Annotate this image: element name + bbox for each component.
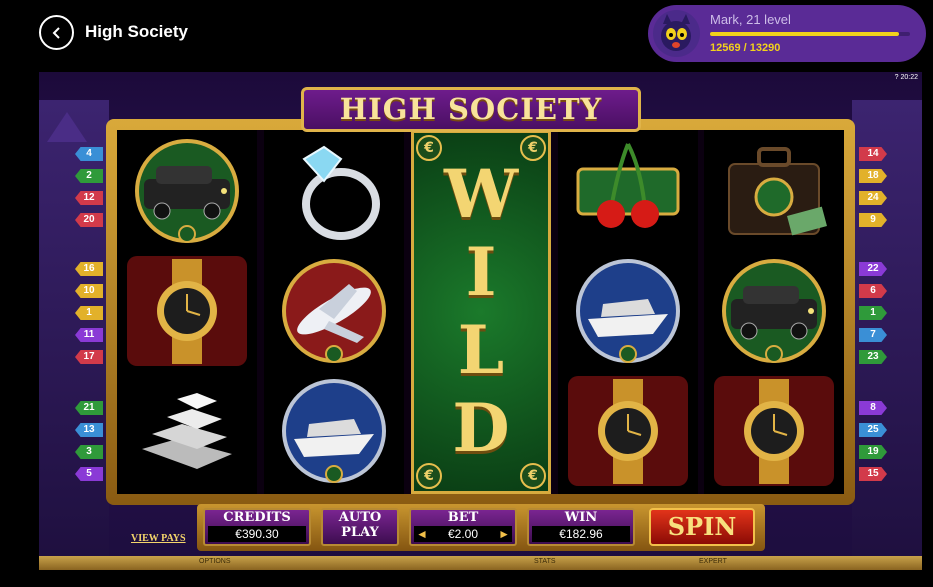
reel-3-wild: € € € € W I L D	[411, 130, 551, 494]
payline-badge-left[interactable]: 12	[75, 191, 103, 205]
xp-text: 12569 / 13290	[710, 42, 781, 54]
payline-badge-right[interactable]: 9	[859, 213, 887, 227]
options-link[interactable]: OPTIONS	[199, 558, 231, 565]
payline-badge-right[interactable]: 22	[859, 262, 887, 276]
clock-text: 20:22	[900, 74, 918, 81]
cherries-icon	[568, 136, 688, 246]
payline-badge-right[interactable]: 24	[859, 191, 887, 205]
payline-badge-left[interactable]: 3	[75, 445, 103, 459]
profile-name-level: Mark, 21 level	[710, 12, 791, 27]
limousine-icon	[714, 256, 834, 366]
profile-card[interactable]: Mark, 21 level 12569 / 13290	[648, 5, 926, 62]
payline-badge-left[interactable]: 20	[75, 213, 103, 227]
xp-progress-fill	[710, 32, 900, 36]
reel-area: € € € € W I L D	[117, 130, 844, 494]
payline-badge-right[interactable]: 1	[859, 306, 887, 320]
autoplay-label-1: AUTO	[338, 510, 382, 525]
spin-button[interactable]: SPIN	[649, 508, 755, 546]
reel-4	[558, 130, 698, 494]
bet-label: BET	[447, 510, 479, 525]
reel-2	[264, 130, 404, 494]
wild-letter-l: L	[457, 311, 505, 389]
chevron-left-icon	[52, 26, 60, 39]
gold-watch-icon	[568, 376, 688, 486]
credits-panel: CREDITS €390.30	[203, 508, 311, 546]
credits-value: €390.30	[208, 526, 306, 542]
payline-badge-left[interactable]: 4	[75, 147, 103, 161]
autoplay-label-2: PLAY	[341, 525, 379, 540]
xp-progress-bar	[710, 32, 910, 36]
clock: ? 20:22	[895, 74, 918, 81]
payline-badge-right[interactable]: 18	[859, 169, 887, 183]
view-pays-link[interactable]: VIEW PAYS	[131, 533, 186, 544]
win-label: WIN	[564, 510, 598, 525]
payline-badge-right[interactable]: 19	[859, 445, 887, 459]
reel-5	[704, 130, 844, 494]
bet-value: ◄ €2.00 ►	[414, 526, 512, 542]
payline-badge-left[interactable]: 11	[75, 328, 103, 342]
game-canvas[interactable]: ? 20:22 € € € € W I L D HIGH SOCIETY VIE…	[39, 72, 922, 570]
expert-link[interactable]: EXPERT	[699, 558, 727, 565]
gold-watch-icon	[127, 256, 247, 366]
wild-letter-w: W	[443, 155, 519, 233]
yacht-icon	[274, 376, 394, 486]
top-bar: High Society Mark, 21 level 12569 / 1329…	[0, 0, 933, 68]
payline-badge-left[interactable]: 21	[75, 401, 103, 415]
bet-value-text: €2.00	[447, 527, 479, 541]
payline-badge-right[interactable]: 7	[859, 328, 887, 342]
private-jet-icon	[274, 256, 394, 366]
yacht-icon	[568, 256, 688, 366]
avatar	[653, 10, 700, 57]
stats-link[interactable]: STATS	[534, 558, 556, 565]
credits-label: CREDITS	[223, 510, 291, 525]
page-title: High Society	[85, 22, 188, 41]
payline-badge-left[interactable]: 13	[75, 423, 103, 437]
payline-badge-right[interactable]: 6	[859, 284, 887, 298]
payline-badge-left[interactable]: 10	[75, 284, 103, 298]
reel-1	[117, 130, 257, 494]
payline-badge-right[interactable]: 14	[859, 147, 887, 161]
silver-bars-icon	[127, 376, 247, 486]
wild-letter-d: D	[452, 389, 510, 467]
game-logo: HIGH SOCIETY	[301, 87, 641, 132]
game-logo-text: HIGH SOCIETY	[339, 92, 603, 126]
bottom-strip: OPTIONS STATS EXPERT	[39, 556, 922, 570]
win-panel: WIN €182.96	[527, 508, 635, 546]
gold-watch-icon	[714, 376, 834, 486]
payline-badge-left[interactable]: 5	[75, 467, 103, 481]
payline-badge-left[interactable]: 17	[75, 350, 103, 364]
diamond-ring-icon	[274, 136, 394, 246]
payline-badge-left[interactable]: 16	[75, 262, 103, 276]
wild-letter-i: I	[465, 233, 497, 311]
payline-badge-left[interactable]: 2	[75, 169, 103, 183]
payline-badge-right[interactable]: 25	[859, 423, 887, 437]
back-button[interactable]	[39, 15, 74, 50]
payline-badge-right[interactable]: 23	[859, 350, 887, 364]
payline-badge-right[interactable]: 15	[859, 467, 887, 481]
bet-increase-icon[interactable]: ►	[498, 526, 510, 542]
bet-panel: BET ◄ €2.00 ►	[409, 508, 517, 546]
bet-decrease-icon[interactable]: ◄	[416, 526, 428, 542]
payline-badge-right[interactable]: 8	[859, 401, 887, 415]
control-bar: CREDITS €390.30 AUTO PLAY BET ◄ €2.00 ► …	[197, 504, 765, 551]
reel-frame: € € € € W I L D	[106, 119, 855, 505]
payline-badge-left[interactable]: 1	[75, 306, 103, 320]
help-icon[interactable]: ?	[895, 74, 899, 81]
win-value: €182.96	[532, 526, 630, 542]
briefcase-icon	[714, 136, 834, 246]
autoplay-button[interactable]: AUTO PLAY	[321, 508, 399, 546]
limousine-icon	[127, 136, 247, 246]
